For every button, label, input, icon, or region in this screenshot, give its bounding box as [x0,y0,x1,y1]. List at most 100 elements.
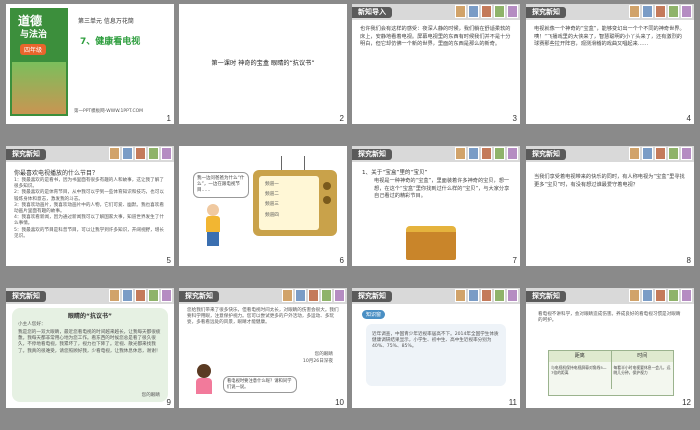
slide-header: 探究新知 [352,146,520,162]
book-cover: 道德 与法治 四年级 [10,8,68,116]
lesson-title: 7、健康看电视 [80,37,141,47]
slide-number: 9 [166,398,171,407]
header-photos [455,289,518,302]
letter-card: 眼睛的“抗议书” 小主人您好： 我是您的一双大眼睛，最近您看电视的时间越来越长，… [12,308,168,402]
table-header: 时间 [637,353,648,359]
grade-badge: 四年级 [20,44,47,55]
slide-number: 4 [686,114,691,123]
slide-body-text: 看电视不讲科学，会对眼睛造成伤害。养成良好的看电视习惯是对眼睛的呵护。 [538,312,681,324]
slide-thumbnail-6[interactable]: 我一边问爸爸为什么“什么”，一边在跟电视节目…… 频道一 频道二 频道三 频道四… [179,146,347,266]
slide-header: 探究新知 [6,288,174,304]
header-photos [629,5,692,18]
knowledge-badge: 知识窗 [362,310,386,319]
slide-header: 探究新知 [526,4,694,20]
answer-line: 1：我最喜欢的是看书，因为书里面有很多有趣的人和故事，这让我了解了很多知识。 [14,178,164,190]
slide-body-text: 电视是一种神奇的“宝盒”，里面装着许多神奇的宝贝，想一想，在这个“宝盒”里你找到… [374,178,510,200]
slide-number: 3 [512,114,517,123]
slide-number: 12 [682,398,691,407]
section-tag: 探究新知 [6,291,46,302]
slide-subtitle: 1、关于“宝盒”里的“宝贝” [362,170,428,176]
slide-number: 6 [339,256,344,265]
cover-picture [12,62,66,114]
header-photos [629,147,692,160]
slide-title: 第一课时 神奇的宝盒 眼睛的“抗议书” [211,60,315,67]
table-header-row: 距离 时间 [549,351,673,362]
slide-number: 10 [335,398,344,407]
slide-number: 5 [166,256,171,265]
tv-screen: 频道一 频道二 频道三 频道四 [259,176,319,230]
header-photos [109,147,172,160]
answer-line: 4：我喜欢看新闻，因为通过新闻我可以了解国家大事，知道世界发生了什么事情。 [14,215,164,227]
slide-thumbnail-7[interactable]: 探究新知 1、关于“宝盒”里的“宝贝” 电视是一种神奇的“宝盒”，里面装着许多神… [352,146,520,266]
knowledge-card: 近年调查，中国青少年近视率居高不下。2014年全国学生体质健康调研结果显示，小学… [366,324,506,386]
header-photos [109,289,172,302]
speech-bubble: 我一边问爸爸为什么“什么”，一边在跟电视节目…… [193,172,249,198]
slide-header: 探究新知 [6,146,174,162]
section-tag: 探究新知 [6,149,46,160]
slide-body-text: 也许我们会有这样的感受：夜深人静的时候，我们躺在舒适柔软的床上，安静地看着电视。… [360,26,511,48]
book-title-2: 与法治 [20,30,48,40]
slide-header: 探究新知 [526,146,694,162]
table-cell: 每看半小时电视要休息一会儿，远眺几分钟，保护视力 [613,365,671,375]
slide-header: 探究新知 [526,288,694,304]
answer-line: 3：我喜欢动画片，我喜欢动画片中的人物，它们可爱、幽默。我也喜欢看动画片里面有趣… [14,202,164,215]
header-photos [455,5,518,18]
tv-line: 频道二 [265,192,279,198]
girl-figure [195,364,213,404]
answer-line: 2：我最喜欢的是体育节目，从中我可以学到一些体育知识和技巧，也可以锻炼身体和意志… [14,190,164,202]
letter-date: 10月26日深夜 [302,359,333,364]
slide-thumbnail-9[interactable]: 探究新知 眼睛的“抗议书” 小主人您好： 我是您的一双大眼睛，最近您看电视的时间… [6,288,174,408]
header-photos [282,289,345,302]
slide-number: 1 [166,114,171,123]
slide-thumbnail-1[interactable]: 道德 与法治 四年级 第三单元 信息万花筒 7、健康看电视 第一PPT模板网-W… [6,4,174,124]
slide-number: 11 [508,398,517,407]
slide-thumbnail-4[interactable]: 探究新知 电视就像一个神奇的“宝盒”，能够变幻出一个个不同的神奇世界。咦！“飞播… [526,4,694,124]
treasure-chest-icon [406,226,456,260]
section-tag: 探究新知 [352,291,392,302]
card-title: 眼睛的“抗议书” [68,313,112,320]
tv-line: 频道三 [265,202,279,208]
tv-knob-icon [323,182,331,190]
slide-body-text: 您给我们带来了很多快乐，但看电视时间太长，对眼睛的伤害会很大。我们要科学用眼，注… [187,308,339,326]
child-figure [205,204,221,248]
answer-list: 1：我最喜欢的是看书，因为书里面有很多有趣的人和故事，这让我了解了很多知识。 2… [14,178,164,240]
slide-number: 7 [512,256,517,265]
speech-bubble: 看电视时要注意什么呢？请和同学们说一说。 [223,376,297,394]
slide-thumbnail-12[interactable]: 探究新知 看电视不讲科学，会对眼睛造成伤害。养成良好的看电视习惯是对眼睛的呵护。… [526,288,694,408]
slide-thumbnail-10[interactable]: 探究新知 您给我们带来了很多快乐，但看电视时间太长，对眼睛的伤害会很大。我们要科… [179,288,347,408]
letter-body: 我是您的一双大眼睛，最近您看电视的时间越来越长，让我每天都很疲惫。我每天都非常用… [18,330,161,354]
slide-thumbnail-11[interactable]: 探究新知 知识窗 近年调查，中国青少年近视率居高不下。2014年全国学生体质健康… [352,288,520,408]
answer-line: 5：我最喜欢的节目是科普节目，可以让我学到许多知识，开阔视野，增长见识。 [14,227,164,239]
tips-table: 距离 时间 与电视机保持电视屏幕对角线5—7倍的距离 每看半小时电视要休息一会儿… [548,350,674,396]
tv-line: 频道一 [265,182,279,187]
slide-number: 8 [686,256,691,265]
slide-header: 探究新知 [352,288,520,304]
table-cell: 与电视机保持电视屏幕对角线5—7倍的距离 [549,362,612,389]
section-tag: 探究新知 [526,7,566,18]
section-tag: 探究新知 [352,149,392,160]
section-tag: 探究新知 [179,291,219,302]
knowledge-text: 近年调查，中国青少年近视率居高不下。2014年全国学生体质健康调研结果显示，小学… [372,332,499,350]
slide-thumbnail-8[interactable]: 探究新知 当我们享受着电视带来的快乐的同时，有人称电视为“宝盒”里寻找更多“宝贝… [526,146,694,266]
header-photos [455,147,518,160]
letter-sign: 您的眼睛 [314,352,333,357]
slide-question: 你最喜欢电视播放的什么节目？ [14,170,99,177]
slide-thumbnail-5[interactable]: 探究新知 你最喜欢电视播放的什么节目？ 1：我最喜欢的是看书，因为书里面有很多有… [6,146,174,266]
slide-number: 2 [339,114,344,123]
table-header: 距离 [549,351,612,362]
section-tag: 探究新知 [526,291,566,302]
tv-set: 频道一 频道二 频道三 频道四 [253,170,337,236]
slide-thumbnail-3[interactable]: 新知导入 也许我们会有这样的感受：夜深人静的时候，我们躺在舒适柔软的床上，安静地… [352,4,520,124]
section-tag: 新知导入 [352,7,392,18]
slide-header: 新知导入 [352,4,520,20]
section-tag: 探究新知 [526,149,566,160]
tv-knob-icon [323,196,331,204]
slide-body-text: 电视就像一个神奇的“宝盒”，能够变幻出一个个不同的神奇世界。咦！“飞播戏里的大侠… [534,26,685,48]
slide-thumbnail-2[interactable]: 第一课时 神奇的宝盒 眼睛的“抗议书” 2 [179,4,347,124]
slide-footer: 第一PPT模板网-WWW.1PPT.COM [74,109,144,114]
slide-body-text: 当我们享受着电视带来的快乐的同时，有人称电视为“宝盒”里寻找更多“宝贝”时，有没… [534,174,685,188]
letter-sign: 您的眼睛 [141,392,160,398]
unit-title: 第三单元 信息万花筒 [78,18,134,25]
header-photos [629,289,692,302]
letter-greeting: 小主人您好： [18,322,46,327]
